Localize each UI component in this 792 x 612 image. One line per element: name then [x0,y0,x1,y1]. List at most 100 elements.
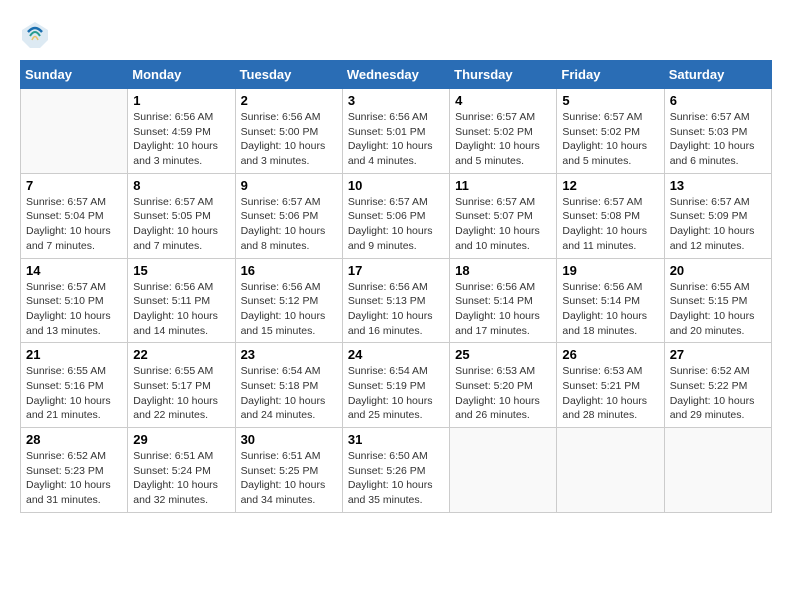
sunset: Sunset: 5:09 PM [670,209,766,224]
sunrise: Sunrise: 6:51 AM [133,449,229,464]
daylight: Daylight: 10 hours and 5 minutes. [455,139,551,168]
sunrise: Sunrise: 6:56 AM [241,280,337,295]
day-number: 11 [455,178,551,193]
day-number: 9 [241,178,337,193]
day-info: Sunrise: 6:52 AM Sunset: 5:22 PM Dayligh… [670,364,766,423]
daylight: Daylight: 10 hours and 7 minutes. [26,224,122,253]
day-info: Sunrise: 6:56 AM Sunset: 5:13 PM Dayligh… [348,280,444,339]
sunrise: Sunrise: 6:57 AM [562,110,658,125]
sunrise: Sunrise: 6:57 AM [26,280,122,295]
day-info: Sunrise: 6:57 AM Sunset: 5:02 PM Dayligh… [455,110,551,169]
day-info: Sunrise: 6:57 AM Sunset: 5:03 PM Dayligh… [670,110,766,169]
day-info: Sunrise: 6:51 AM Sunset: 5:25 PM Dayligh… [241,449,337,508]
day-number: 21 [26,347,122,362]
weekday-header: Thursday [450,61,557,89]
day-info: Sunrise: 6:56 AM Sunset: 5:00 PM Dayligh… [241,110,337,169]
daylight: Daylight: 10 hours and 10 minutes. [455,224,551,253]
sunrise: Sunrise: 6:57 AM [455,110,551,125]
calendar-cell: 5 Sunrise: 6:57 AM Sunset: 5:02 PM Dayli… [557,89,664,174]
sunset: Sunset: 5:16 PM [26,379,122,394]
calendar-cell: 25 Sunrise: 6:53 AM Sunset: 5:20 PM Dayl… [450,343,557,428]
calendar-cell: 26 Sunrise: 6:53 AM Sunset: 5:21 PM Dayl… [557,343,664,428]
day-info: Sunrise: 6:54 AM Sunset: 5:18 PM Dayligh… [241,364,337,423]
sunrise: Sunrise: 6:56 AM [348,110,444,125]
daylight: Daylight: 10 hours and 3 minutes. [133,139,229,168]
day-info: Sunrise: 6:56 AM Sunset: 5:11 PM Dayligh… [133,280,229,339]
sunrise: Sunrise: 6:52 AM [670,364,766,379]
calendar-week-row: 7 Sunrise: 6:57 AM Sunset: 5:04 PM Dayli… [21,173,772,258]
sunset: Sunset: 5:20 PM [455,379,551,394]
sunrise: Sunrise: 6:55 AM [133,364,229,379]
day-info: Sunrise: 6:57 AM Sunset: 5:08 PM Dayligh… [562,195,658,254]
calendar-cell: 17 Sunrise: 6:56 AM Sunset: 5:13 PM Dayl… [342,258,449,343]
calendar-cell: 20 Sunrise: 6:55 AM Sunset: 5:15 PM Dayl… [664,258,771,343]
calendar-week-row: 14 Sunrise: 6:57 AM Sunset: 5:10 PM Dayl… [21,258,772,343]
sunset: Sunset: 5:24 PM [133,464,229,479]
calendar-cell: 16 Sunrise: 6:56 AM Sunset: 5:12 PM Dayl… [235,258,342,343]
day-number: 2 [241,93,337,108]
sunset: Sunset: 5:10 PM [26,294,122,309]
sunset: Sunset: 5:21 PM [562,379,658,394]
daylight: Daylight: 10 hours and 35 minutes. [348,478,444,507]
page-header [20,20,772,50]
sunrise: Sunrise: 6:56 AM [562,280,658,295]
day-info: Sunrise: 6:53 AM Sunset: 5:21 PM Dayligh… [562,364,658,423]
daylight: Daylight: 10 hours and 13 minutes. [26,309,122,338]
daylight: Daylight: 10 hours and 22 minutes. [133,394,229,423]
weekday-header: Saturday [664,61,771,89]
daylight: Daylight: 10 hours and 32 minutes. [133,478,229,507]
sunrise: Sunrise: 6:57 AM [670,110,766,125]
day-number: 30 [241,432,337,447]
daylight: Daylight: 10 hours and 17 minutes. [455,309,551,338]
sunrise: Sunrise: 6:57 AM [26,195,122,210]
calendar-cell: 27 Sunrise: 6:52 AM Sunset: 5:22 PM Dayl… [664,343,771,428]
calendar-cell: 8 Sunrise: 6:57 AM Sunset: 5:05 PM Dayli… [128,173,235,258]
day-info: Sunrise: 6:51 AM Sunset: 5:24 PM Dayligh… [133,449,229,508]
sunset: Sunset: 5:12 PM [241,294,337,309]
day-number: 28 [26,432,122,447]
day-info: Sunrise: 6:55 AM Sunset: 5:16 PM Dayligh… [26,364,122,423]
sunset: Sunset: 5:15 PM [670,294,766,309]
day-info: Sunrise: 6:57 AM Sunset: 5:06 PM Dayligh… [348,195,444,254]
day-number: 22 [133,347,229,362]
sunset: Sunset: 5:02 PM [455,125,551,140]
day-number: 5 [562,93,658,108]
weekday-header: Wednesday [342,61,449,89]
calendar-cell: 6 Sunrise: 6:57 AM Sunset: 5:03 PM Dayli… [664,89,771,174]
sunrise: Sunrise: 6:54 AM [241,364,337,379]
weekday-header: Sunday [21,61,128,89]
sunrise: Sunrise: 6:56 AM [133,110,229,125]
daylight: Daylight: 10 hours and 34 minutes. [241,478,337,507]
sunset: Sunset: 5:02 PM [562,125,658,140]
day-info: Sunrise: 6:56 AM Sunset: 5:01 PM Dayligh… [348,110,444,169]
daylight: Daylight: 10 hours and 25 minutes. [348,394,444,423]
sunset: Sunset: 5:03 PM [670,125,766,140]
daylight: Daylight: 10 hours and 20 minutes. [670,309,766,338]
day-info: Sunrise: 6:57 AM Sunset: 5:10 PM Dayligh… [26,280,122,339]
day-number: 24 [348,347,444,362]
sunset: Sunset: 5:07 PM [455,209,551,224]
day-info: Sunrise: 6:57 AM Sunset: 5:09 PM Dayligh… [670,195,766,254]
sunrise: Sunrise: 6:51 AM [241,449,337,464]
daylight: Daylight: 10 hours and 28 minutes. [562,394,658,423]
day-number: 3 [348,93,444,108]
sunrise: Sunrise: 6:57 AM [562,195,658,210]
calendar-cell: 9 Sunrise: 6:57 AM Sunset: 5:06 PM Dayli… [235,173,342,258]
day-info: Sunrise: 6:56 AM Sunset: 4:59 PM Dayligh… [133,110,229,169]
day-number: 31 [348,432,444,447]
daylight: Daylight: 10 hours and 31 minutes. [26,478,122,507]
daylight: Daylight: 10 hours and 14 minutes. [133,309,229,338]
sunset: Sunset: 5:11 PM [133,294,229,309]
calendar-cell: 4 Sunrise: 6:57 AM Sunset: 5:02 PM Dayli… [450,89,557,174]
calendar-cell [664,428,771,513]
day-info: Sunrise: 6:56 AM Sunset: 5:12 PM Dayligh… [241,280,337,339]
calendar-week-row: 21 Sunrise: 6:55 AM Sunset: 5:16 PM Dayl… [21,343,772,428]
day-info: Sunrise: 6:50 AM Sunset: 5:26 PM Dayligh… [348,449,444,508]
day-number: 27 [670,347,766,362]
calendar-cell: 31 Sunrise: 6:50 AM Sunset: 5:26 PM Dayl… [342,428,449,513]
sunrise: Sunrise: 6:57 AM [133,195,229,210]
day-info: Sunrise: 6:57 AM Sunset: 5:04 PM Dayligh… [26,195,122,254]
day-number: 15 [133,263,229,278]
day-number: 26 [562,347,658,362]
calendar-cell: 12 Sunrise: 6:57 AM Sunset: 5:08 PM Dayl… [557,173,664,258]
